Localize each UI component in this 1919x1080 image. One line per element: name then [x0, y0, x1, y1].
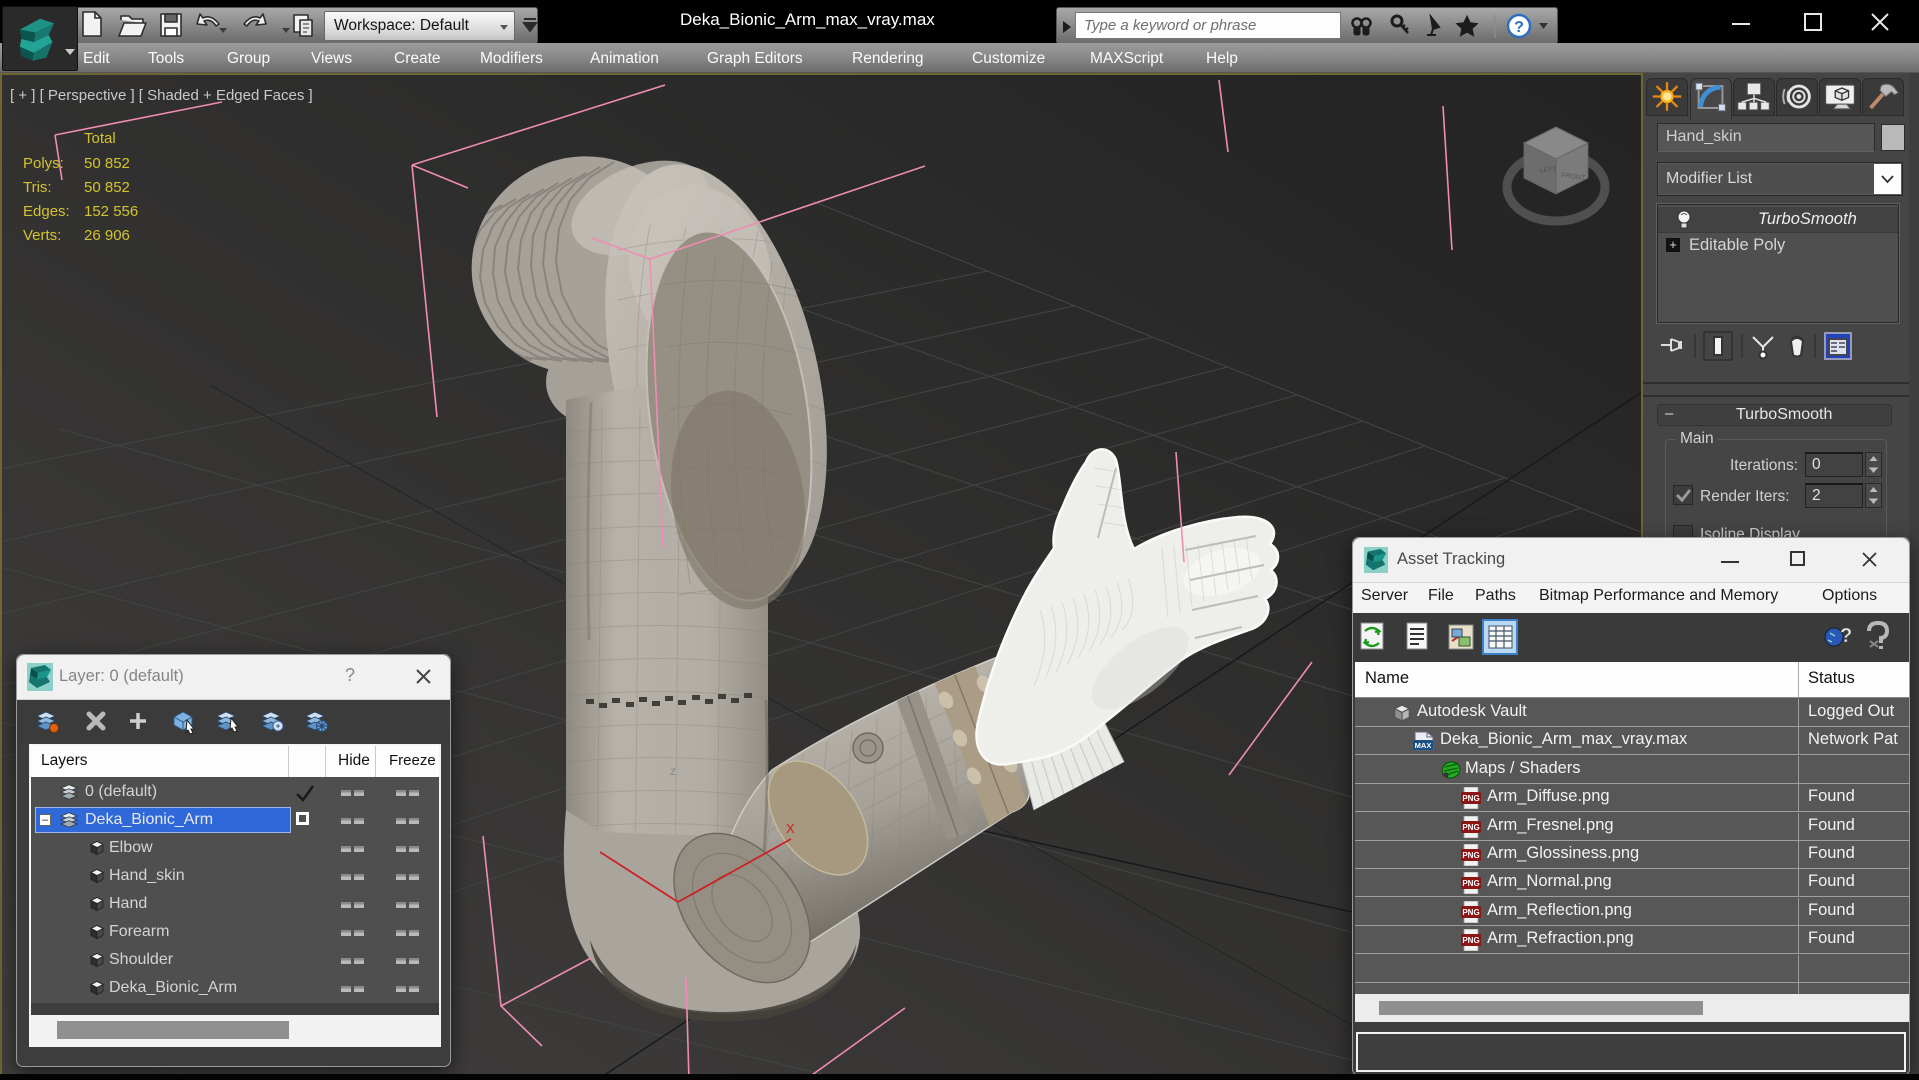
svg-text:MAX: MAX — [1415, 741, 1432, 750]
svg-text:PNG: PNG — [1462, 936, 1479, 945]
svg-text:X: X — [786, 821, 795, 836]
svg-text:?: ? — [1840, 625, 1852, 647]
svg-text:PNG: PNG — [1462, 908, 1479, 917]
svg-text:PNG: PNG — [1462, 794, 1479, 803]
svg-text:?: ? — [1514, 19, 1524, 36]
svg-text:z: z — [670, 764, 676, 778]
svg-text:PNG: PNG — [1462, 823, 1479, 832]
svg-text:PNG: PNG — [1462, 879, 1479, 888]
svg-text:PNG: PNG — [1462, 851, 1479, 860]
svg-text:LEFT: LEFT — [1540, 166, 1558, 174]
